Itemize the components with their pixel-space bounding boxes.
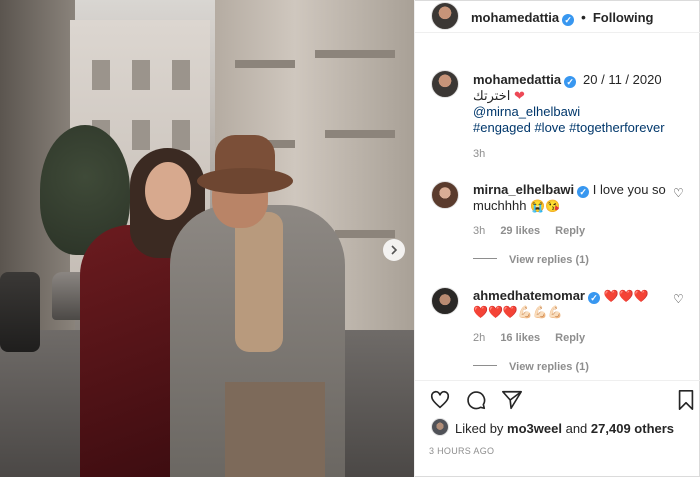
comment-reply-button[interactable]: Reply [555,225,585,237]
comment-text: I love you so [592,182,666,197]
reply-divider [473,258,497,259]
man-sweater [235,212,283,352]
hearts-emoji: ❤️❤️❤️ [603,289,649,303]
comment-meta: 2h 16 likes Reply [473,332,585,344]
comment-avatar[interactable] [431,287,459,315]
post-header: mohamedattia ✓ • Following [415,0,700,33]
post-sidebar: mohamedattia ✓ • Following mohamedattia ✓ … [414,0,700,477]
chevron-right-icon [391,245,398,255]
comment-line: mirna_elhelbawi ✓ I love you so [473,182,666,198]
woman-face [145,162,191,220]
caption-username[interactable]: mohamedattia [473,72,561,87]
comment-likes[interactable]: 16 likes [500,332,540,344]
liked-by-others[interactable]: 27,409 others [591,421,674,436]
post-timestamp[interactable]: 3 HOURS AGO [429,446,494,456]
comment-text-continued: muchhhh [473,198,527,213]
hearts-muscles-emoji: ❤️❤️❤️💪🏻💪🏻💪🏻 [473,305,563,319]
author-username[interactable]: mohamedattia [471,10,559,25]
comment-time[interactable]: 3h [473,225,485,237]
parked-car [0,272,40,352]
view-replies-button[interactable]: View replies (1) [473,361,589,373]
caption-date: 20 / 11 / 2020 [583,72,662,87]
comment-like-icon[interactable]: ♡ [673,186,684,200]
verified-badge-icon: ✓ [562,14,575,26]
comment-like-icon[interactable]: ♡ [673,292,684,306]
liked-by-row: Liked by mo3weel and 27,409 others [455,421,674,436]
comment-line-2: muchhhh 😭😘 [473,198,560,213]
heart-icon[interactable] [429,389,451,411]
view-replies-button[interactable]: View replies (1) [473,254,589,266]
comment-line: ahmedhatemomar ✓ ❤️❤️❤️ [473,288,648,304]
comment-username[interactable]: mirna_elhelbawi [473,182,574,197]
crying-kiss-emoji: 😭😘 [530,199,560,213]
caption-hashtags[interactable]: #engaged #love #togetherforever [473,120,665,135]
hat-brim [197,168,293,194]
share-icon[interactable] [501,389,523,411]
next-photo-button[interactable] [383,239,405,261]
comment-likes[interactable]: 29 likes [500,225,540,237]
verified-badge-icon: ✓ [587,292,600,304]
comment-avatar[interactable] [431,181,459,209]
caption-text-row: اخترتك ❤ [473,88,525,104]
action-bar [415,380,700,420]
verified-badge-icon: ✓ [577,186,590,198]
liked-by-connector: and [565,421,588,436]
bookmark-icon[interactable] [675,389,697,411]
author-avatar[interactable] [431,2,459,30]
verified-badge-icon: ✓ [564,76,577,88]
comment-icon[interactable] [465,389,487,411]
separator-dot: • [581,9,586,25]
comment-reply-button[interactable]: Reply [555,332,585,344]
following-button[interactable]: Following [593,10,654,25]
post-photo[interactable] [0,0,414,477]
view-replies-label: View replies (1) [509,361,589,373]
caption-header: mohamedattia ✓ 20 / 11 / 2020 [473,71,662,88]
liked-by-prefix: Liked by [455,421,504,436]
caption-text: اخترتك [473,88,511,103]
liked-by-avatar[interactable] [431,418,449,436]
comment-meta: 3h 29 likes Reply [473,225,585,237]
caption-time[interactable]: 3h [473,148,485,160]
caption-mention[interactable]: @mirna_elhelbawi [473,104,580,119]
view-replies-label: View replies (1) [509,254,589,266]
comment-line-2: ❤️❤️❤️💪🏻💪🏻💪🏻 [473,304,563,319]
caption-avatar[interactable] [431,70,459,98]
comment-username[interactable]: ahmedhatemomar [473,288,585,303]
liked-by-user[interactable]: mo3weel [507,421,562,436]
man-pants [225,382,325,477]
reply-divider [473,365,497,366]
red-heart-icon: ❤ [513,88,525,103]
comment-time[interactable]: 2h [473,332,485,344]
author-name-row: mohamedattia ✓ • Following [471,9,653,26]
